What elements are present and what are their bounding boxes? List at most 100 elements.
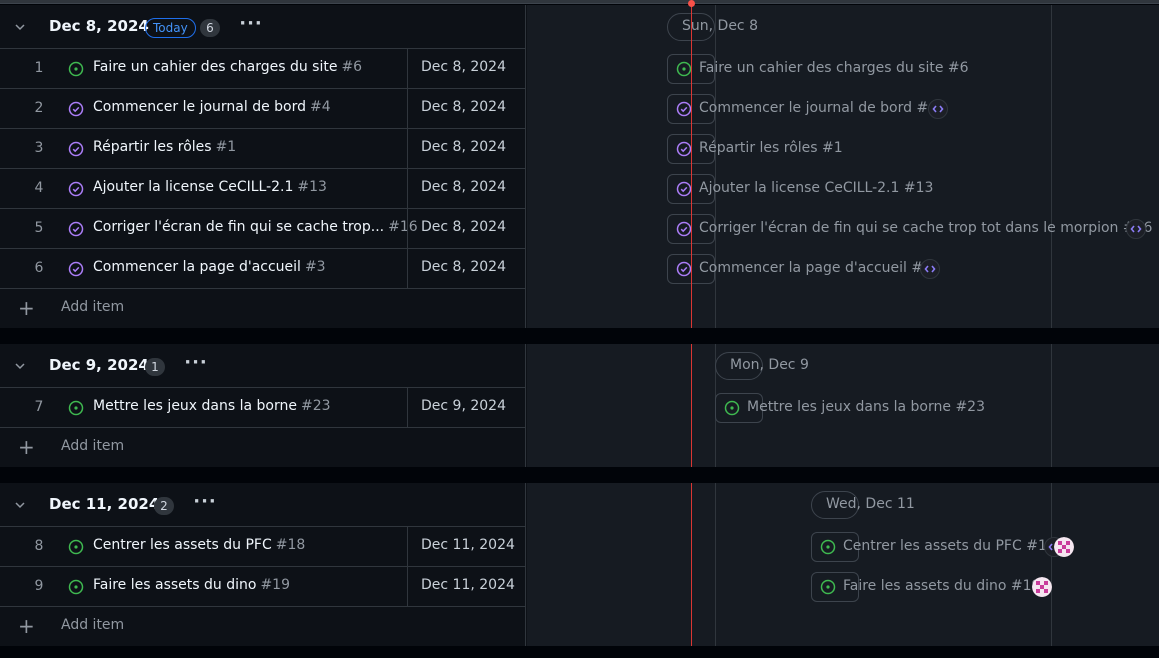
table-row[interactable]: 2 Commencer le journal de bord #4 Dec 8, … xyxy=(0,88,526,129)
date-cell[interactable]: Dec 8, 2024 xyxy=(407,129,526,169)
group-title: Dec 9, 2024 xyxy=(49,356,149,374)
issue-closed-icon xyxy=(676,181,692,197)
group-more-button[interactable]: ··· xyxy=(190,492,220,518)
table-row[interactable]: 9 Faire les assets du dino #19 Dec 11, 20… xyxy=(0,566,526,607)
timeline-date-label: Mon, Dec 9 xyxy=(730,357,809,373)
timeline-item-label[interactable]: Faire les assets du dino #19 xyxy=(843,578,1040,594)
item-title[interactable]: Ajouter la license CeCILL-2.1 xyxy=(93,179,293,195)
table-row[interactable]: 8 Centrer les assets du PFC #18 Dec 11, 2… xyxy=(0,526,526,567)
linked-pull-request-icon[interactable] xyxy=(920,259,940,279)
item-title-link[interactable]: Faire un cahier des charges du site #6 xyxy=(93,59,362,75)
item-ref: #1 xyxy=(215,139,237,155)
date-cell[interactable]: Dec 8, 2024 xyxy=(407,209,526,249)
row-number: 5 xyxy=(34,220,44,236)
add-item-button[interactable]: + Add item xyxy=(0,427,526,467)
table-row[interactable]: 5 Corriger l'écran de fin qui se cache t… xyxy=(0,208,526,249)
add-item-label: Add item xyxy=(61,617,125,633)
date-cell[interactable]: Dec 11, 2024 xyxy=(407,567,526,607)
group-dec-8: Dec 8, 2024 Today 6 ··· 1 Faire un cahie… xyxy=(0,5,1159,328)
item-title-link[interactable]: Commencer le journal de bord #4 xyxy=(93,99,331,115)
today-marker-line xyxy=(691,344,692,467)
date-cell[interactable]: Dec 8, 2024 xyxy=(407,49,526,89)
timeline-item-label[interactable]: Faire un cahier des charges du site #6 xyxy=(699,60,969,76)
today-marker-line xyxy=(691,483,692,646)
item-title[interactable]: Faire un cahier des charges du site xyxy=(93,59,337,75)
row-number: 8 xyxy=(34,538,44,554)
table-row[interactable]: 4 Ajouter la license CeCILL-2.1 #13 Dec 8… xyxy=(0,168,526,209)
row-number: 3 xyxy=(34,140,44,156)
issue-opened-icon xyxy=(820,579,836,595)
issue-opened-icon xyxy=(68,539,84,555)
item-ref: #19 xyxy=(260,577,290,593)
chevron-down-icon[interactable] xyxy=(12,497,28,513)
timeline-pane: Mon, Dec 9 Mettre les jeux dans la borne… xyxy=(527,344,1159,467)
issue-opened-icon xyxy=(68,579,84,595)
date-cell[interactable]: Dec 8, 2024 xyxy=(407,169,526,209)
timeline-item-label[interactable]: Commencer le journal de bord #4 xyxy=(699,100,937,116)
linked-pull-request-icon[interactable] xyxy=(928,99,948,119)
item-title-link[interactable]: Commencer la page d'accueil #3 xyxy=(93,259,326,275)
item-title-link[interactable]: Mettre les jeux dans la borne #23 xyxy=(93,398,331,414)
group-more-button[interactable]: ··· xyxy=(236,14,266,40)
chevron-down-icon[interactable] xyxy=(12,358,28,374)
group-header: Dec 9, 2024 1 ··· xyxy=(0,344,526,388)
assignee-avatar[interactable] xyxy=(1032,577,1052,597)
group-header: Dec 11, 2024 2 ··· xyxy=(0,483,526,527)
table-row[interactable]: 1 Faire un cahier des charges du site #6 … xyxy=(0,48,526,89)
item-title-link[interactable]: Répartir les rôles #1 xyxy=(93,139,236,155)
item-title-link[interactable]: Centrer les assets du PFC #18 xyxy=(93,537,305,553)
item-title[interactable]: Centrer les assets du PFC xyxy=(93,537,272,553)
date-cell[interactable]: Dec 11, 2024 xyxy=(407,527,526,567)
chevron-down-icon[interactable] xyxy=(12,19,28,35)
day-gridline xyxy=(1051,5,1052,328)
add-item-button[interactable]: + Add item xyxy=(0,606,526,646)
item-ref: #3 xyxy=(304,259,326,275)
item-title-link[interactable]: Ajouter la license CeCILL-2.1 #13 xyxy=(93,179,327,195)
item-title[interactable]: Commencer la page d'accueil xyxy=(93,259,301,275)
timeline-item-label[interactable]: Mettre les jeux dans la borne #23 xyxy=(747,399,985,415)
group-dec-9: Dec 9, 2024 1 ··· 7 Mettre les jeux dans… xyxy=(0,344,1159,467)
timeline-item-label[interactable]: Commencer la page d'accueil #3 xyxy=(699,260,932,276)
item-ref: #18 xyxy=(275,537,306,553)
group-more-button[interactable]: ··· xyxy=(181,353,211,379)
timeline-pane: Sun, Dec 8 Faire un cahier des charges d… xyxy=(527,5,1159,328)
issue-closed-icon xyxy=(68,141,84,157)
item-title[interactable]: Faire les assets du dino xyxy=(93,577,256,593)
timeline-item-label[interactable]: Centrer les assets du PFC #18 xyxy=(843,538,1056,554)
item-title[interactable]: Répartir les rôles xyxy=(93,139,212,155)
linked-pull-request-icon[interactable] xyxy=(1126,219,1146,239)
plus-icon: + xyxy=(18,435,35,459)
timeline-item-label[interactable]: Répartir les rôles #1 xyxy=(699,140,843,156)
item-ref: #4 xyxy=(310,99,331,115)
item-ref: #23 xyxy=(301,398,331,414)
date-cell[interactable]: Dec 8, 2024 xyxy=(407,89,526,129)
today-marker-dot xyxy=(688,0,695,7)
item-title-link[interactable]: Faire les assets du dino #19 xyxy=(93,577,290,593)
row-number: 4 xyxy=(34,180,44,196)
table-row[interactable]: 6 Commencer la page d'accueil #3 Dec 8, 2… xyxy=(0,248,526,289)
date-cell[interactable]: Dec 9, 2024 xyxy=(407,388,526,428)
item-title[interactable]: Commencer le journal de bord xyxy=(93,99,306,115)
item-title[interactable]: Mettre les jeux dans la borne xyxy=(93,398,297,414)
table-row[interactable]: 7 Mettre les jeux dans la borne #23 Dec 9… xyxy=(0,387,526,428)
add-item-label: Add item xyxy=(61,438,125,454)
timeline-pane: Wed, Dec 11 Centrer les assets du PFC #1… xyxy=(527,483,1159,646)
group-table-pane: Dec 8, 2024 Today 6 ··· 1 Faire un cahie… xyxy=(0,5,526,328)
group-count-badge: 1 xyxy=(145,358,165,376)
issue-opened-icon xyxy=(724,400,740,416)
assignee-avatar[interactable] xyxy=(1054,537,1074,557)
row-number: 7 xyxy=(34,399,44,415)
timeline-item-label[interactable]: Corriger l'écran de fin qui se cache tro… xyxy=(699,220,1152,236)
item-title-link[interactable]: Corriger l'écran de fin qui se cache tro… xyxy=(93,219,418,235)
date-cell[interactable]: Dec 8, 2024 xyxy=(407,249,526,289)
group-title: Dec 11, 2024 xyxy=(49,495,160,513)
group-table-pane: Dec 9, 2024 1 ··· 7 Mettre les jeux dans… xyxy=(0,344,526,467)
table-row[interactable]: 3 Répartir les rôles #1 Dec 8, 2024 xyxy=(0,128,526,169)
issue-closed-icon xyxy=(68,221,84,237)
item-title[interactable]: Corriger l'écran de fin qui se cache tro… xyxy=(93,219,384,235)
timeline-item-label[interactable]: Ajouter la license CeCILL-2.1 #13 xyxy=(699,180,933,196)
add-item-button[interactable]: + Add item xyxy=(0,288,526,328)
day-gridline xyxy=(1051,483,1052,646)
timeline-date-label: Sun, Dec 8 xyxy=(682,18,758,34)
group-table-pane: Dec 11, 2024 2 ··· 8 Centrer les assets … xyxy=(0,483,526,646)
